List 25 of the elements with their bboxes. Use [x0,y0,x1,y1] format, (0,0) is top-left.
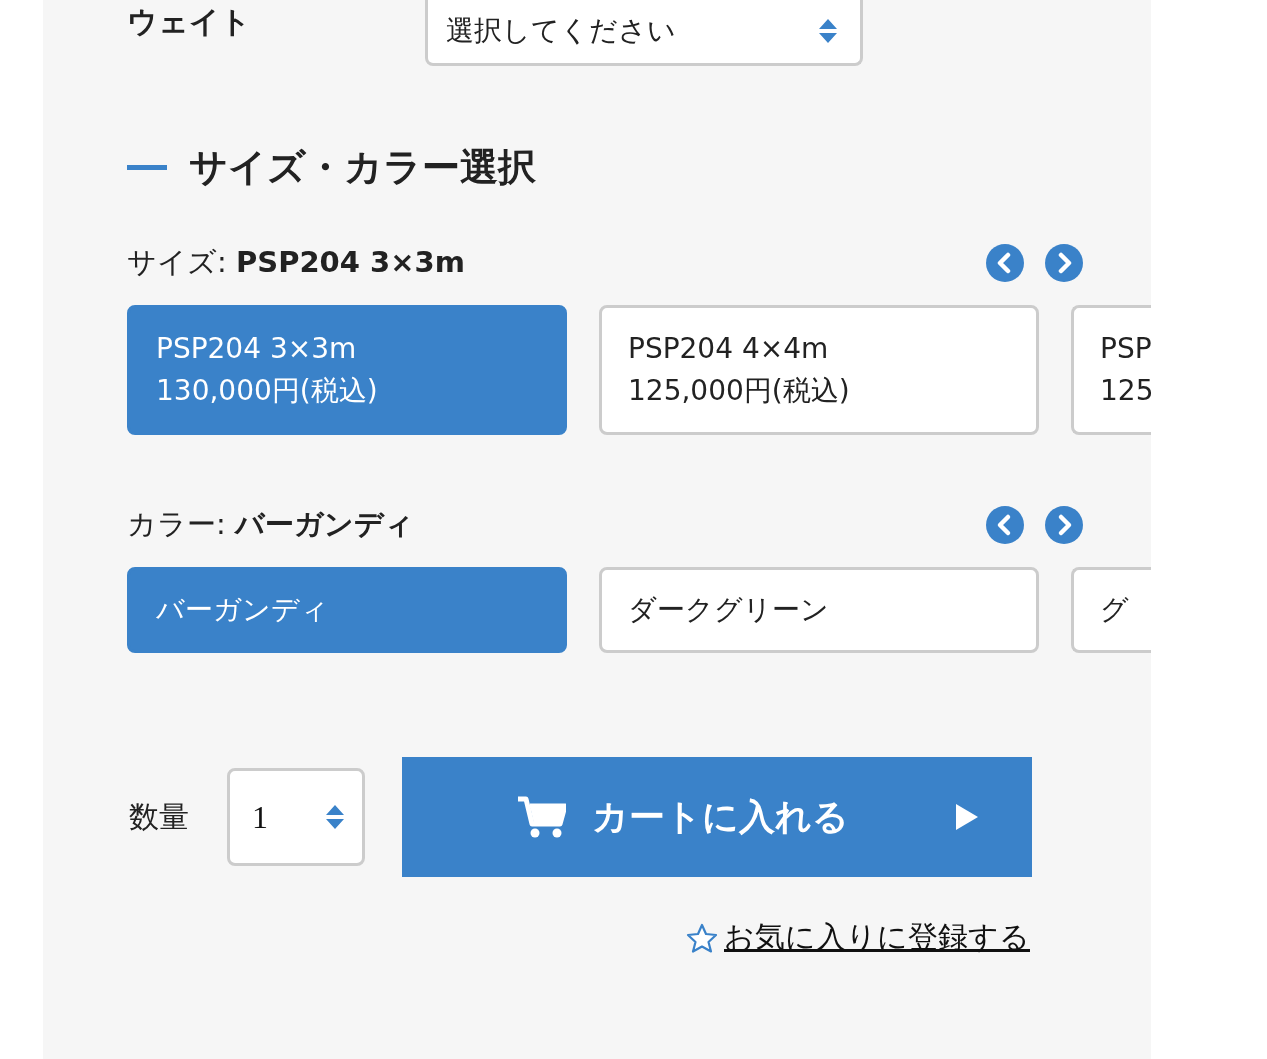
previous-icon[interactable] [986,244,1024,282]
size-label: サイズ: PSP204 3×3m [127,244,465,281]
weight-select[interactable]: 選択してください [425,0,863,66]
previous-icon[interactable] [986,506,1024,544]
updown-arrows-icon [818,17,838,44]
size-option[interactable]: PSP204 3×3m 130,000円(税込) [127,305,567,435]
updown-arrows-icon [325,804,345,830]
size-option[interactable]: PSP 125 [1071,305,1151,435]
size-option[interactable]: PSP204 4×4m 125,000円(税込) [599,305,1039,435]
next-icon[interactable] [1045,244,1083,282]
heading-dash-icon [127,165,167,170]
add-to-cart-button[interactable]: カートに入れる [402,757,1032,877]
next-icon[interactable] [1045,506,1083,544]
play-icon [956,804,978,830]
quantity-label: 数量 [128,797,190,836]
color-option[interactable]: ダークグリーン [599,567,1039,653]
quantity-field[interactable]: 1 [227,768,365,866]
color-option[interactable]: グ [1071,567,1151,653]
color-option[interactable]: バーガンディ [127,567,567,653]
color-label: カラー: バーガンディ [127,506,414,543]
cart-icon [518,796,566,838]
favorite-link[interactable]: お気に入りに登録する [724,917,1030,958]
section-heading: サイズ・カラー選択 [189,144,536,191]
weight-label: ウェイト [127,3,252,41]
star-icon [686,922,718,953]
